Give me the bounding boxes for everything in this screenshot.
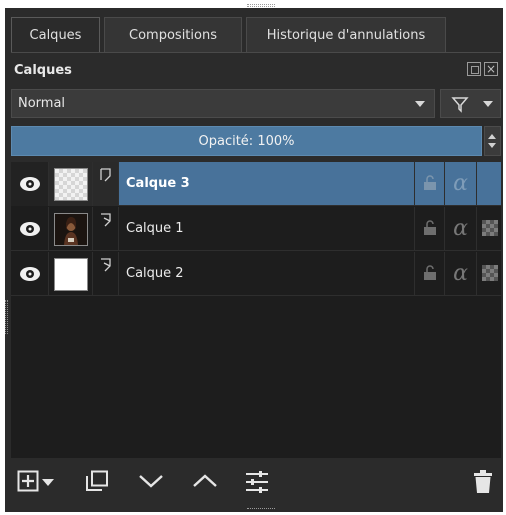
layer-list: Calque 3 α Calque 1 α Calque 2 α (11, 162, 501, 458)
layer-row[interactable]: Calque 1 α (11, 207, 501, 251)
tab-historique[interactable]: Historique d'annulations (246, 17, 446, 53)
paint-layer-icon (101, 258, 111, 272)
docker-grip-top[interactable] (247, 4, 275, 7)
portrait-thumbnail (55, 214, 87, 245)
panel-title: Calques (14, 63, 72, 78)
inherit-alpha-toggle[interactable] (476, 162, 501, 206)
alpha-lock-icon[interactable]: α (444, 162, 476, 206)
inherit-alpha-toggle[interactable] (476, 252, 501, 296)
chevron-down-icon[interactable] (42, 479, 54, 487)
duplicate-layer-icon[interactable] (85, 470, 109, 492)
lock-icon (424, 175, 436, 190)
alpha-lock-icon[interactable]: α (444, 252, 476, 296)
layer-thumbnail (54, 168, 88, 201)
lock-toggle[interactable] (414, 207, 444, 251)
layer-thumbnail (54, 258, 88, 291)
paint-layer-icon (101, 213, 111, 227)
layer-row[interactable]: Calque 3 α (11, 162, 501, 206)
inherit-alpha-icon (482, 265, 498, 281)
docker-grip-bottom[interactable] (247, 508, 275, 511)
opacity-slider[interactable]: Opacité: 100% (11, 126, 482, 156)
chevron-down-icon (483, 101, 493, 107)
move-up-icon[interactable] (192, 473, 218, 489)
layer-toolbar (11, 458, 501, 508)
float-icon[interactable] (467, 62, 481, 76)
eye-icon (20, 177, 40, 191)
visibility-toggle[interactable] (11, 162, 49, 206)
layer-type-cell (93, 162, 119, 206)
tab-bar: Calques Compositions Historique d'annula… (11, 17, 450, 53)
layer-filter-button[interactable] (440, 89, 501, 118)
layer-name[interactable]: Calque 2 (126, 266, 184, 281)
layer-type-cell (93, 252, 119, 296)
tab-divider (11, 52, 501, 53)
paint-layer-icon (100, 168, 111, 182)
lock-icon (424, 265, 436, 280)
inherit-alpha-toggle[interactable] (476, 207, 501, 251)
layer-name[interactable]: Calque 3 (126, 176, 190, 191)
blend-mode-value: Normal (18, 96, 66, 111)
add-layer-icon[interactable] (17, 470, 39, 492)
alpha-lock-icon[interactable]: α (444, 207, 476, 251)
eye-icon (20, 222, 40, 236)
move-down-icon[interactable] (138, 473, 164, 489)
spin-up-icon[interactable] (488, 134, 496, 139)
lock-toggle[interactable] (414, 252, 444, 296)
lock-icon (424, 220, 436, 235)
layer-properties-icon[interactable] (245, 470, 269, 494)
lock-toggle[interactable] (414, 162, 444, 206)
docker-grip-left[interactable] (5, 300, 8, 334)
layer-name[interactable]: Calque 1 (126, 221, 184, 236)
spin-down-icon[interactable] (488, 143, 496, 148)
visibility-toggle[interactable] (11, 207, 49, 251)
funnel-icon (451, 97, 469, 113)
tab-label: Calques (29, 28, 82, 43)
blend-mode-select[interactable]: Normal (11, 89, 435, 118)
chevron-down-icon (415, 101, 425, 107)
tab-compositions[interactable]: Compositions (104, 17, 242, 53)
close-icon[interactable]: × (484, 62, 498, 76)
visibility-toggle[interactable] (11, 252, 49, 296)
tab-label: Compositions (129, 28, 217, 43)
inherit-alpha-icon (482, 220, 498, 236)
layer-type-cell (93, 207, 119, 251)
opacity-label: Opacité: 100% (198, 133, 295, 149)
eye-icon (20, 267, 40, 281)
delete-layer-icon[interactable] (472, 470, 494, 494)
layer-thumbnail (54, 213, 88, 246)
tab-label: Historique d'annulations (266, 28, 426, 43)
opacity-spinner[interactable] (484, 126, 501, 156)
layer-row[interactable]: Calque 2 α (11, 252, 501, 296)
tab-calques[interactable]: Calques (11, 17, 100, 53)
